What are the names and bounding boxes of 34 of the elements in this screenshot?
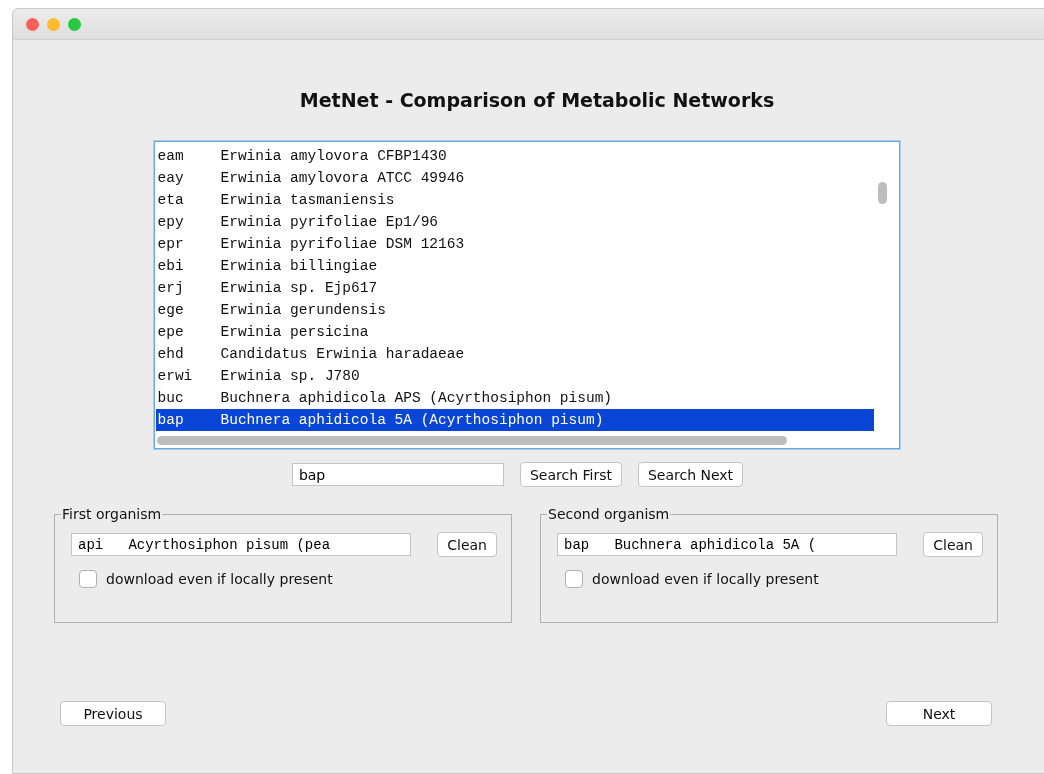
scrollbar-thumb[interactable] <box>156 436 787 445</box>
group-title: Second organism <box>547 506 671 522</box>
checkbox[interactable] <box>565 570 583 588</box>
list-item[interactable]: erj Erwinia sp. Ejp617 <box>155 277 874 299</box>
checkbox-label: download even if locally present <box>106 571 333 587</box>
list-item[interactable]: epy Erwinia pyrifoliae Ep1/96 <box>155 211 874 233</box>
previous-button[interactable]: Previous <box>60 701 166 726</box>
search-button[interactable]: Search First <box>519 462 622 487</box>
list-item[interactable]: ehd Candidatus Erwinia haradaeae <box>155 343 874 365</box>
search-field[interactable]: bap <box>291 463 504 486</box>
minimize-button[interactable] <box>47 17 60 31</box>
checkbox-label: download even if locally present <box>592 571 819 587</box>
next-button[interactable]: Next <box>886 701 992 726</box>
search-button[interactable]: Search Next <box>637 462 744 487</box>
clean-button[interactable]: Clean <box>437 532 497 557</box>
scrollbar-thumb[interactable] <box>877 182 887 204</box>
window-title: MetNet - Comparison of Metabolic Networks <box>299 89 775 111</box>
list-item[interactable]: eam Erwinia amylovora CFBP1430 <box>155 145 874 167</box>
list-item[interactable]: erwi Erwinia sp. J780 <box>155 365 874 387</box>
list-item[interactable]: ebi Erwinia billingiae <box>155 255 874 277</box>
list-item[interactable]: ege Erwinia gerundensis <box>155 299 874 321</box>
zoom-button[interactable] <box>68 17 81 31</box>
list-item[interactable]: epr Erwinia pyrifoliae DSM 12163 <box>155 233 874 255</box>
list-item[interactable]: buc Buchnera aphidicola APS (Acyrthosiphon pisum) <box>155 387 874 409</box>
organism-field[interactable]: bap Buchnera aphidicola 5A ( <box>557 533 897 556</box>
organism-field[interactable]: api Acyrthosiphon pisum (pea <box>71 533 411 556</box>
checkbox[interactable] <box>79 570 97 588</box>
clean-button[interactable]: Clean <box>923 532 983 557</box>
list-item[interactable]: bap Buchnera aphidicola 5A (Acyrthosiphon pisum) <box>155 409 874 431</box>
list-item[interactable]: epe Erwinia persicina <box>155 321 874 343</box>
group-title: First organism <box>61 506 163 522</box>
close-button[interactable] <box>26 17 39 31</box>
list-item[interactable]: eay Erwinia amylovora ATCC 49946 <box>155 167 874 189</box>
list-item[interactable]: eta Erwinia tasmaniensis <box>155 189 874 211</box>
